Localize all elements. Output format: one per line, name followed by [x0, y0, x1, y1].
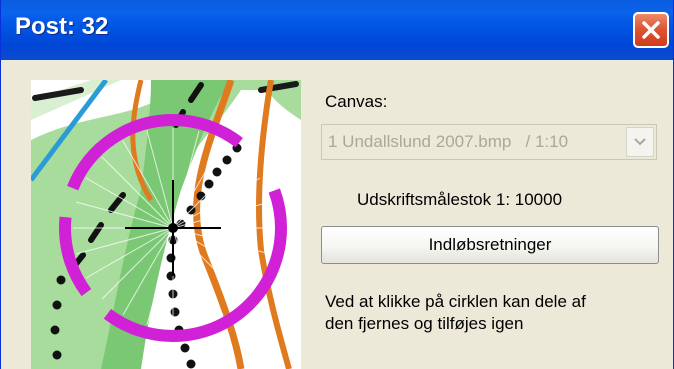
- canvas-dropdown-button[interactable]: [626, 127, 654, 157]
- title-bar[interactable]: Post: 32: [1, 0, 673, 60]
- chevron-down-icon: [634, 138, 646, 146]
- post-dialog: Post: 32 Canvas: 1 Undallslund 2007.bmp …: [0, 0, 674, 369]
- map-image: [31, 80, 301, 369]
- entry-directions-button[interactable]: Indløbsretninger: [321, 226, 659, 264]
- canvas-select-value: 1 Undallslund 2007.bmp / 1:10: [328, 132, 569, 151]
- print-scale-label: Udskriftsmålestok 1: 10000: [357, 190, 563, 209]
- canvas-select[interactable]: 1 Undallslund 2007.bmp / 1:10: [321, 124, 657, 160]
- window-title: Post: 32: [15, 13, 109, 40]
- info-text: Ved at klikke på cirklen kan dele af den…: [325, 291, 665, 335]
- info-line-2: den fjernes og tilføjes igen: [325, 314, 524, 333]
- close-icon: [642, 21, 660, 39]
- info-line-1: Ved at klikke på cirklen kan dele af: [325, 292, 586, 311]
- map-preview[interactable]: [31, 80, 301, 369]
- close-button[interactable]: [633, 12, 669, 48]
- canvas-label: Canvas:: [325, 92, 388, 111]
